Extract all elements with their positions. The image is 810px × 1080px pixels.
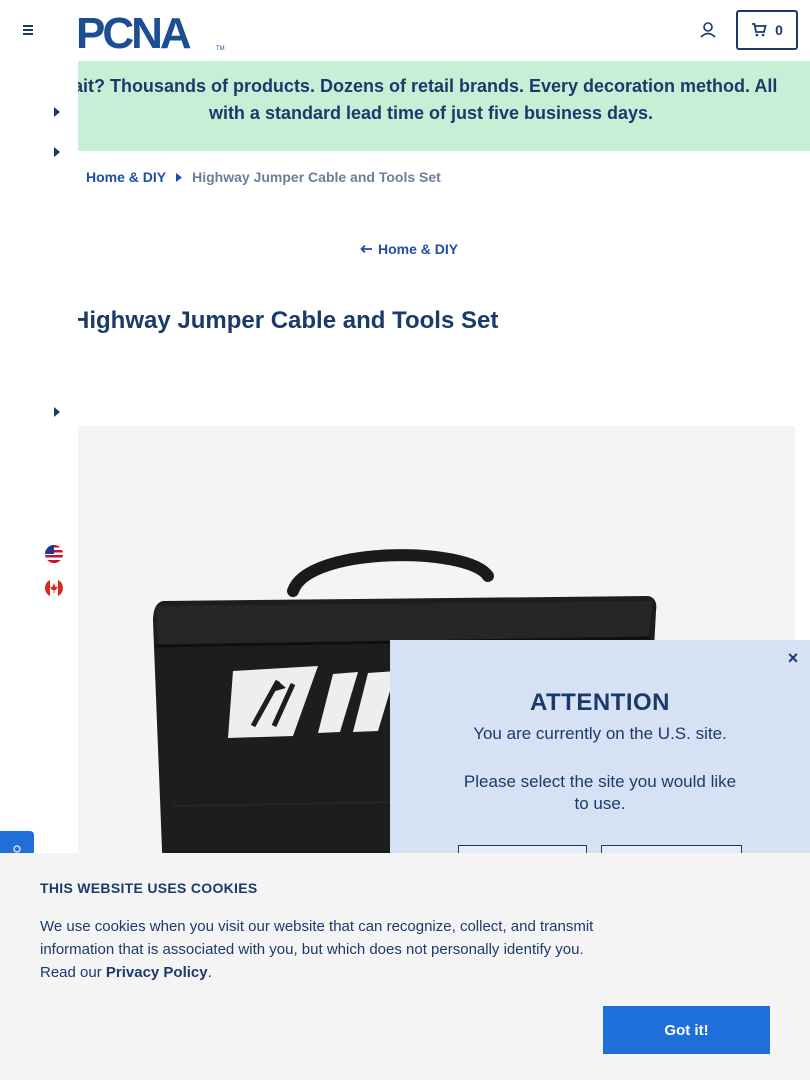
cookie-text: We use cookies when you visit our websit… xyxy=(40,915,610,984)
expand-arrow-icon[interactable] xyxy=(52,406,62,418)
logo-image: PCNA TM xyxy=(76,9,225,58)
hamburger-icon xyxy=(23,25,33,35)
title-edge xyxy=(72,307,78,337)
modal-title: ATTENTION xyxy=(529,689,671,716)
cookie-title: THIS WEBSITE USES COOKIES xyxy=(40,880,258,896)
privacy-policy-link[interactable]: Privacy Policy xyxy=(106,964,208,981)
caret-right-icon xyxy=(176,172,183,182)
canada-flag-icon[interactable] xyxy=(45,579,63,597)
breadcrumb-category[interactable]: Home & DIY xyxy=(86,169,166,185)
cart-button[interactable]: 0 xyxy=(736,10,798,50)
accept-cookies-button[interactable]: Got it! xyxy=(603,1006,770,1054)
cart-count: 0 xyxy=(775,22,783,38)
modal-close-button[interactable]: × xyxy=(783,648,803,668)
title-left-mask xyxy=(0,300,78,350)
account-button[interactable] xyxy=(697,19,719,41)
product-title: Highway Jumper Cable and Tools Set xyxy=(72,307,499,334)
user-icon xyxy=(700,22,716,38)
expand-arrow-icon[interactable] xyxy=(52,146,62,158)
expand-arrow-icon[interactable] xyxy=(52,106,62,118)
promo-line-2: with a standard lead time of just five b… xyxy=(208,103,654,123)
promo-line-1: Wait? Thousands of products. Dozens of r… xyxy=(56,76,778,96)
arrow-left-icon xyxy=(360,244,372,254)
cart-icon xyxy=(752,23,767,37)
us-flag-icon[interactable] xyxy=(45,545,63,563)
promo-text: Wait? Thousands of products. Dozens of r… xyxy=(57,73,810,127)
site-select-modal xyxy=(390,640,810,880)
back-link-label: Home & DIY xyxy=(378,241,459,257)
pcna-logo[interactable]: PCNA TM xyxy=(76,9,226,58)
breadcrumb: Home & DIY Highway Jumper Cable and Tool… xyxy=(86,169,441,185)
banner-left-mask xyxy=(0,61,78,151)
site-header: PCNA TM 0 xyxy=(0,0,810,61)
back-to-category-link[interactable]: Home & DIY xyxy=(360,241,458,257)
left-side-panel xyxy=(0,61,78,853)
logo-trademark: TM xyxy=(216,46,225,52)
cookie-period: . xyxy=(207,964,212,981)
promo-banner: Wait? Thousands of products. Dozens of r… xyxy=(57,61,810,151)
breadcrumb-current: Highway Jumper Cable and Tools Set xyxy=(192,169,441,185)
modal-message: You are currently on the U.S. site. xyxy=(473,724,727,743)
menu-button[interactable] xyxy=(18,21,38,39)
chat-icon xyxy=(13,845,21,853)
modal-prompt: Please select the site you would like to… xyxy=(463,772,737,813)
logo-text: PCNA xyxy=(76,10,191,52)
